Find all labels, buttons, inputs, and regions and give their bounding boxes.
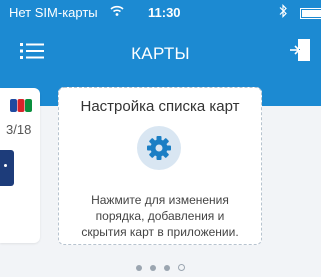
page-title: КАРТЫ: [131, 44, 190, 63]
setup-title: Настройка списка карт: [80, 98, 240, 115]
card-item-partial[interactable]: 3/18: [0, 88, 40, 243]
page-indicator: [0, 259, 321, 272]
wifi-icon: [110, 5, 124, 16]
bluetooth-icon: [279, 4, 287, 18]
jcb-logo-icon: [10, 99, 32, 112]
page-dot-current[interactable]: [178, 264, 185, 272]
gear-icon: [147, 136, 171, 160]
card-expiry: 3/18: [6, 122, 32, 137]
gear-icon-container: [137, 126, 181, 170]
setup-description-line: Нажмите для изменения: [91, 193, 229, 207]
setup-description-line: порядка, добавления и: [95, 209, 225, 223]
page-dot[interactable]: [164, 264, 170, 271]
setup-description: Нажмите для изменения порядка, добавлени…: [63, 192, 257, 240]
nav-bar: КАРТЫ: [0, 26, 321, 80]
page-dot[interactable]: [136, 264, 142, 271]
setup-description-line: скрытия карт в приложении.: [81, 225, 239, 239]
page-dot[interactable]: [150, 264, 156, 271]
card-image: [0, 150, 14, 186]
exit-door-icon[interactable]: [289, 37, 311, 63]
battery-icon: [300, 8, 321, 19]
status-bar: Нет SIM-карты 11:30: [0, 0, 321, 26]
card-list-settings-tile[interactable]: Настройка списка карт Нажмите для измене…: [58, 87, 262, 245]
clock: 11:30: [148, 5, 181, 20]
carrier-label: Нет SIM-карты: [9, 5, 98, 20]
